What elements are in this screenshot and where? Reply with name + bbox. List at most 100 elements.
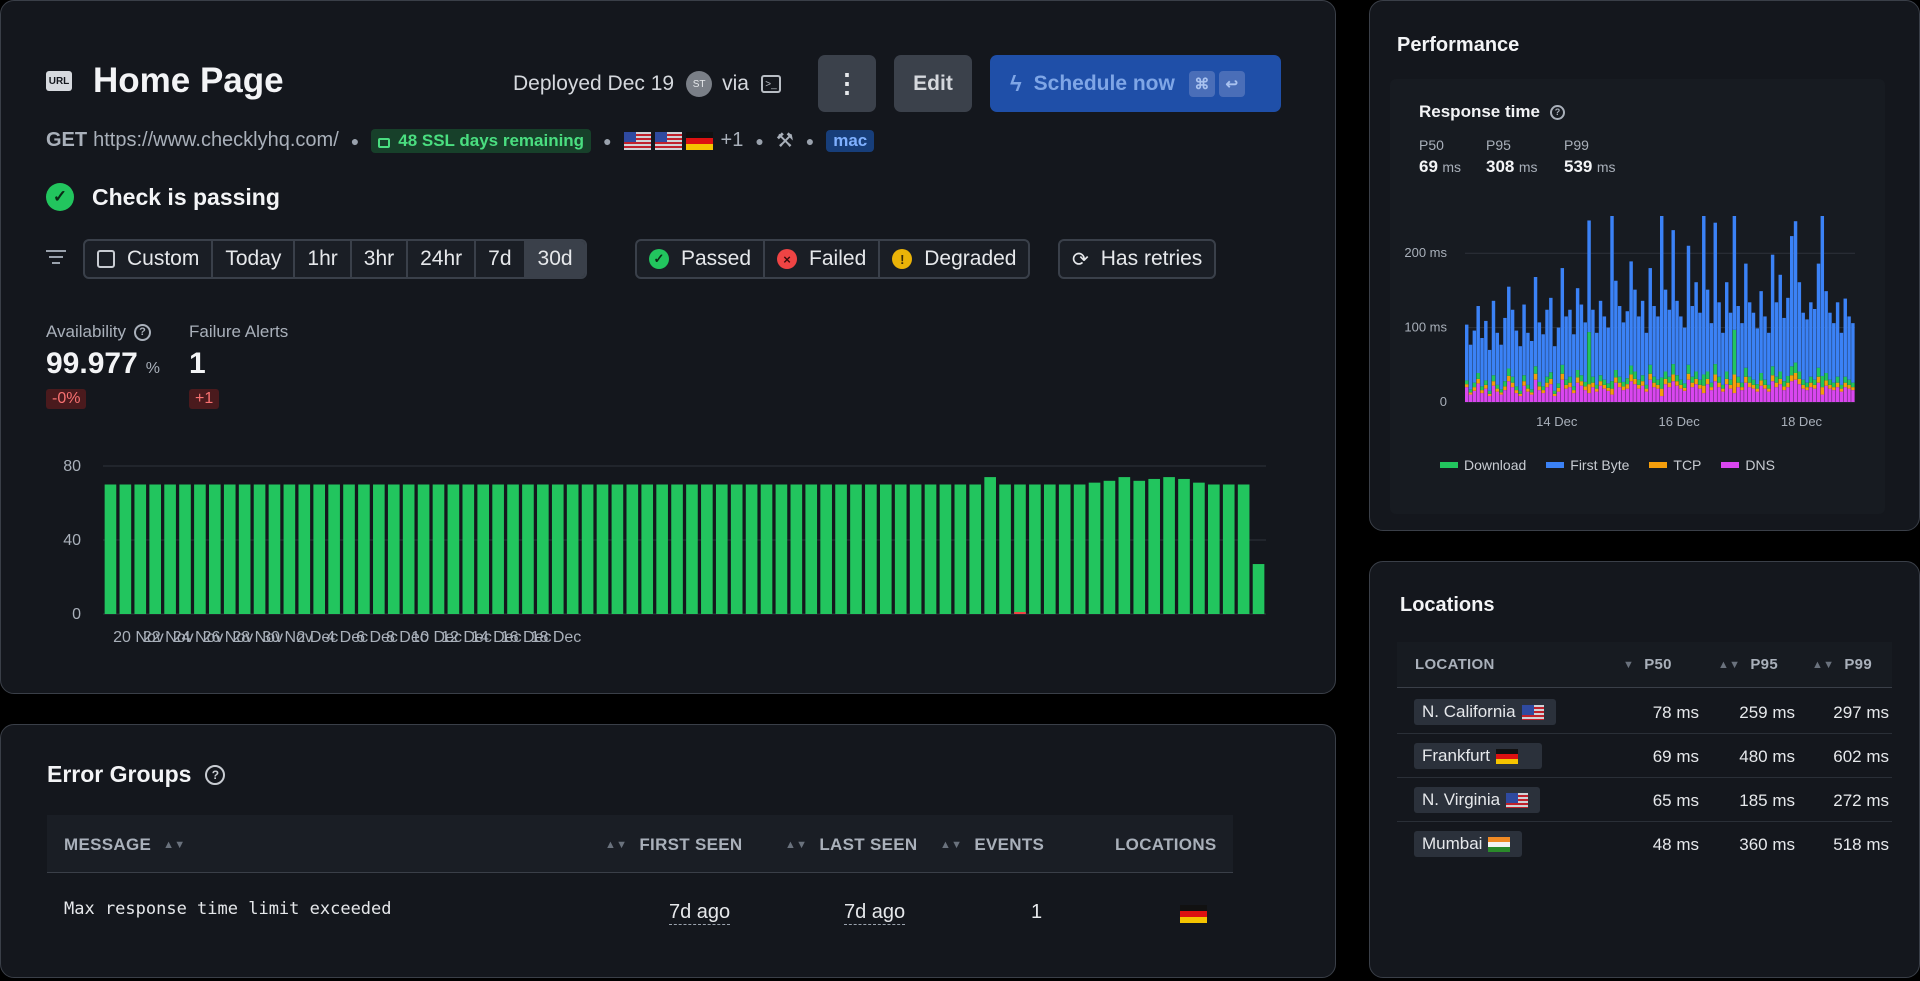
- download-swatch: [1440, 462, 1458, 468]
- col-message[interactable]: MESSAGE ▲▼: [64, 835, 186, 855]
- edit-button[interactable]: Edit: [894, 55, 972, 112]
- availability-bar: [551, 484, 564, 614]
- first-byte-bar: [1625, 311, 1630, 379]
- x-tick-label: 16 Dec: [1659, 414, 1701, 429]
- download-bar: [1648, 364, 1652, 374]
- availability-bar: [760, 484, 773, 614]
- download-bar: [1476, 372, 1480, 379]
- availability-bar: [268, 484, 281, 614]
- help-icon[interactable]: ?: [1549, 104, 1565, 120]
- first-byte-bar: [1832, 323, 1836, 383]
- first-byte-bar: [1656, 316, 1660, 380]
- download-bar: [1660, 377, 1664, 389]
- runtime-tag[interactable]: mac: [826, 129, 875, 152]
- legend-download[interactable]: Download: [1440, 457, 1526, 473]
- first-byte-bar: [1812, 309, 1817, 380]
- legend-tcp[interactable]: TCP: [1649, 457, 1701, 473]
- range-1hr[interactable]: 1hr: [293, 241, 349, 277]
- range-today[interactable]: Today: [211, 241, 293, 277]
- range-30d[interactable]: 30d: [523, 241, 585, 277]
- download-bar: [1656, 379, 1660, 385]
- legend-first-byte[interactable]: First Byte: [1546, 457, 1629, 473]
- schedule-now-button[interactable]: ϟ Schedule now ⌘ ↩: [990, 55, 1281, 112]
- events-count: 1: [1031, 901, 1043, 923]
- dns-bar: [1660, 396, 1664, 402]
- has-retries-button[interactable]: ⟳ Has retries: [1060, 241, 1214, 277]
- dns-bar: [1747, 387, 1752, 402]
- availability-bar: [596, 484, 609, 614]
- tcp-bar: [1591, 382, 1595, 388]
- legend-dns[interactable]: DNS: [1721, 457, 1775, 473]
- availability-bar: [909, 484, 922, 614]
- location-row[interactable]: Frankfurt 69 ms 480 ms 602 ms: [1397, 734, 1892, 778]
- dns-bar: [1507, 381, 1511, 402]
- more-options-button[interactable]: ⋮: [818, 55, 876, 112]
- col-p95[interactable]: ▲▼ P95: [1718, 656, 1778, 673]
- availability-bar: [223, 484, 236, 614]
- first-byte-bar: [1725, 282, 1729, 372]
- availability-bar: [1163, 477, 1175, 614]
- tcp-bar: [1575, 377, 1580, 383]
- availability-bar: [566, 484, 579, 614]
- col-message-label: MESSAGE: [64, 835, 152, 854]
- col-events[interactable]: ▲▼ EVENTS: [940, 835, 1044, 855]
- first-byte-bar: [1793, 221, 1798, 363]
- col-p99[interactable]: ▲▼ P99: [1812, 656, 1872, 673]
- availability-bar: [1207, 484, 1220, 614]
- help-icon[interactable]: ?: [134, 323, 152, 341]
- first-byte-bar: [1843, 298, 1847, 377]
- col-first-seen[interactable]: ▲▼ FIRST SEEN: [605, 835, 743, 855]
- availability-bar: [894, 484, 907, 614]
- http-method: GET: [46, 129, 88, 151]
- tcp-bar: [1763, 384, 1767, 389]
- tcp-bar: [1744, 376, 1748, 383]
- last-seen[interactable]: 7d ago: [844, 901, 906, 925]
- avatar[interactable]: ST: [686, 71, 713, 97]
- tcp-bar: [1660, 388, 1664, 397]
- range-3hr[interactable]: 3hr: [349, 241, 406, 277]
- extra-locations[interactable]: +1: [721, 129, 744, 152]
- col-p50[interactable]: ▼ P50: [1623, 656, 1672, 673]
- sort-desc-icon: ▼: [1623, 658, 1635, 671]
- availability-bar: [1103, 480, 1116, 614]
- error-message: Max response time limit exceeded: [64, 899, 392, 919]
- filter-failed[interactable]: × Failed: [763, 241, 878, 277]
- first-seen[interactable]: 7d ago: [669, 901, 731, 925]
- help-icon[interactable]: ?: [205, 764, 226, 785]
- col-last-seen[interactable]: ▲▼ LAST SEEN: [785, 835, 917, 855]
- tcp-bar: [1514, 390, 1519, 394]
- dns-bar: [1774, 387, 1779, 402]
- has-retries-filter[interactable]: ⟳ Has retries: [1058, 239, 1217, 279]
- error-row[interactable]: Max response time limit exceeded 7d ago …: [47, 873, 1233, 963]
- filter-passed[interactable]: ✓ Passed: [637, 241, 763, 277]
- legend-first-byte-label: First Byte: [1570, 457, 1630, 473]
- tcp-bar: [1491, 381, 1496, 386]
- range-7d[interactable]: 7d: [474, 241, 523, 277]
- dns-bar: [1682, 390, 1687, 402]
- dns-bar: [1587, 393, 1591, 402]
- range-24hr[interactable]: 24hr: [406, 241, 474, 277]
- p95-cell: 185 ms: [1739, 791, 1795, 810]
- location-row[interactable]: Mumbai 48 ms 360 ms 518 ms: [1397, 822, 1892, 866]
- dns-bar: [1629, 381, 1633, 402]
- download-bar: [1759, 372, 1763, 381]
- location-row[interactable]: N. Virginia 65 ms 185 ms 272 ms: [1397, 778, 1892, 822]
- p50-label: P50: [1419, 137, 1444, 153]
- first-byte-bar: [1533, 277, 1538, 367]
- download-bar: [1556, 383, 1561, 388]
- first-byte-bar: [1705, 289, 1710, 372]
- first-byte-bar: [1732, 216, 1737, 330]
- availability-bar: [641, 484, 654, 614]
- check-passing-icon: ✓: [46, 183, 74, 211]
- tcp-bar: [1564, 384, 1568, 389]
- range-custom[interactable]: Custom: [85, 241, 211, 277]
- check-url[interactable]: https://www.checklyhq.com/: [93, 129, 339, 152]
- location-row[interactable]: N. California 78 ms 259 ms 297 ms: [1397, 690, 1892, 734]
- filter-degraded[interactable]: ! Degraded: [878, 241, 1028, 277]
- download-bar: [1495, 384, 1500, 389]
- error-groups-card: Error Groups ? MESSAGE ▲▼ ▲▼ FIRST SEEN ▲▼…: [0, 724, 1336, 978]
- status-filter: ✓ Passed × Failed ! Degraded: [635, 239, 1031, 279]
- tcp-bar: [1675, 381, 1679, 386]
- availability-bar: [1118, 477, 1131, 614]
- filter-icon[interactable]: [46, 250, 66, 264]
